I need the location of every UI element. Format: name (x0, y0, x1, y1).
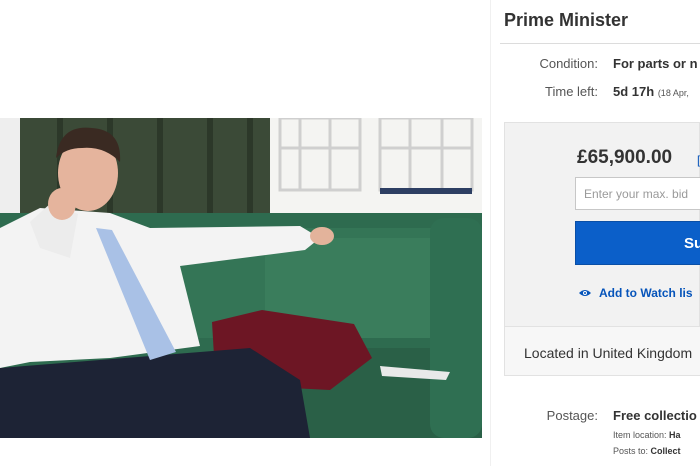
add-to-watch-list-link[interactable]: Add to Watch lis (579, 286, 693, 300)
item-location-value: Ha (669, 430, 681, 440)
item-photo-illustration (0, 118, 482, 438)
title-separator (500, 43, 700, 44)
column-divider (490, 0, 491, 466)
eye-icon (579, 290, 591, 296)
item-photo[interactable] (0, 118, 482, 438)
time-left: 5d 17h (18 Apr, (613, 84, 689, 99)
item-image-panel (0, 0, 484, 466)
item-location-line: Item location: Ha (613, 430, 681, 440)
listing-title: Prime Minister (504, 10, 629, 30)
condition-value: For parts or n (613, 56, 698, 71)
postage-label: Postage: (546, 408, 598, 423)
postage-value: Free collectio (613, 408, 697, 423)
condition-label: Condition: (539, 56, 598, 71)
time-left-value: 5d 17h (613, 84, 655, 99)
max-bid-input[interactable] (575, 177, 700, 210)
price: £65,900.00 (577, 147, 673, 168)
watch-label: Add to Watch lis (599, 286, 693, 300)
posts-to-value: Collect (650, 446, 681, 456)
time-left-label: Time left: (545, 84, 598, 99)
submit-bid-button[interactable]: Su (575, 221, 700, 265)
posts-to-label: Posts to: (613, 446, 649, 456)
time-left-date: (18 Apr, (657, 88, 689, 98)
buy-box: £65,900.00 [ Su Add to Watch lis Located… (504, 122, 700, 376)
item-location-label: Item location: (613, 430, 667, 440)
item-location: Located in United Kingdom (524, 345, 693, 361)
posts-to-line: Posts to: Collect (613, 446, 681, 456)
